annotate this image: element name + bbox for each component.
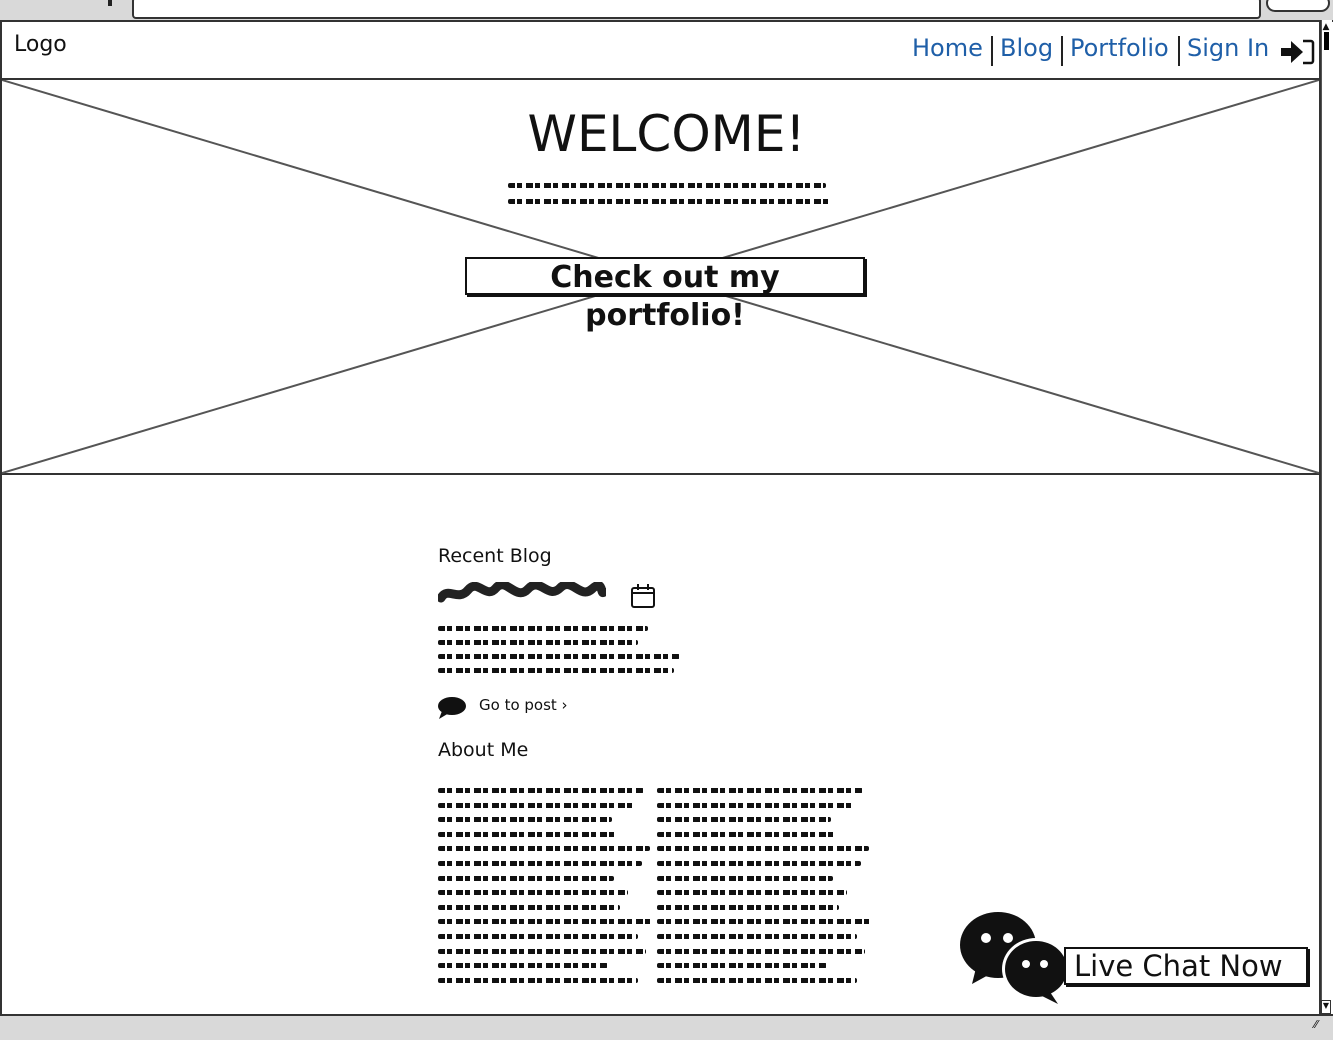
chat-icon: [960, 912, 1070, 1004]
text-line: [508, 183, 826, 188]
text-line: [438, 668, 674, 673]
text-line: [438, 875, 614, 881]
text-line: [657, 963, 827, 969]
hero-title: WELCOME!: [527, 105, 806, 163]
nav-portfolio-link[interactable]: Portfolio: [1070, 34, 1169, 62]
nav-sign-in-link[interactable]: Sign In: [1187, 34, 1269, 62]
text-line: [438, 977, 638, 983]
text-line: [657, 846, 869, 852]
calendar-icon: [631, 584, 655, 608]
text-line: [438, 640, 638, 645]
address-bar[interactable]: [132, 0, 1261, 19]
text-line: [438, 802, 636, 808]
resize-grip-icon[interactable]: ⁄⁄: [1314, 1018, 1328, 1032]
live-chat-widget[interactable]: Live Chat Now: [958, 910, 1314, 1006]
recent-blog-heading: Recent Blog: [438, 545, 552, 567]
main-navigation: Home Blog Portfolio Sign In: [912, 34, 1282, 66]
blog-post-title-scribble[interactable]: [438, 582, 606, 604]
text-line: [438, 846, 650, 852]
window-status-bar: [0, 1014, 1333, 1040]
about-me-text-column: [438, 788, 653, 983]
text-line: [657, 788, 863, 793]
hero-text-placeholder: [508, 183, 830, 204]
nav-blog-link[interactable]: Blog: [1000, 34, 1053, 62]
text-line: [657, 977, 857, 983]
text-line: [657, 875, 833, 881]
portfolio-cta-button[interactable]: Check out my portfolio!: [465, 257, 865, 333]
nav-home-link[interactable]: Home: [912, 34, 983, 62]
text-line: [438, 626, 648, 631]
about-me-heading: About Me: [438, 739, 529, 761]
go-to-post-link[interactable]: Go to post ›: [479, 696, 568, 714]
blog-excerpt-placeholder: [438, 626, 683, 673]
speech-bubble-icon: [438, 697, 466, 719]
browser-toolbar: [0, 0, 1333, 22]
text-line: [657, 890, 847, 896]
text-line: [438, 831, 616, 837]
nav-separator: [1178, 36, 1180, 66]
text-line: [438, 817, 612, 823]
scroll-down-arrow-icon[interactable]: ▼: [1321, 1000, 1331, 1014]
text-line: [438, 948, 646, 954]
text-line: [657, 933, 857, 939]
nav-separator: [991, 36, 993, 66]
text-line: [438, 963, 608, 969]
text-line: [657, 904, 839, 910]
text-line: [508, 199, 830, 204]
text-line: [438, 890, 628, 896]
scrollbar-thumb[interactable]: [1324, 32, 1329, 50]
browser-menu-button[interactable]: [1266, 0, 1330, 12]
vertical-scrollbar[interactable]: [1321, 20, 1332, 1016]
nav-separator: [1061, 36, 1063, 66]
text-line: [438, 788, 644, 793]
toolbar-divider: [108, 0, 112, 6]
live-chat-label[interactable]: Live Chat Now: [1064, 947, 1308, 985]
text-line: [438, 933, 638, 939]
text-line: [438, 919, 652, 925]
text-line: [657, 802, 855, 808]
text-line: [438, 654, 680, 659]
text-line: [657, 831, 835, 837]
text-line: [438, 860, 642, 866]
text-line: [657, 860, 861, 866]
sign-in-icon[interactable]: [1279, 38, 1315, 66]
site-logo[interactable]: Logo: [14, 32, 67, 57]
text-line: [657, 948, 865, 954]
text-line: [438, 904, 620, 910]
about-me-text-column: [657, 788, 872, 983]
text-line: [657, 817, 831, 823]
text-line: [657, 919, 871, 925]
